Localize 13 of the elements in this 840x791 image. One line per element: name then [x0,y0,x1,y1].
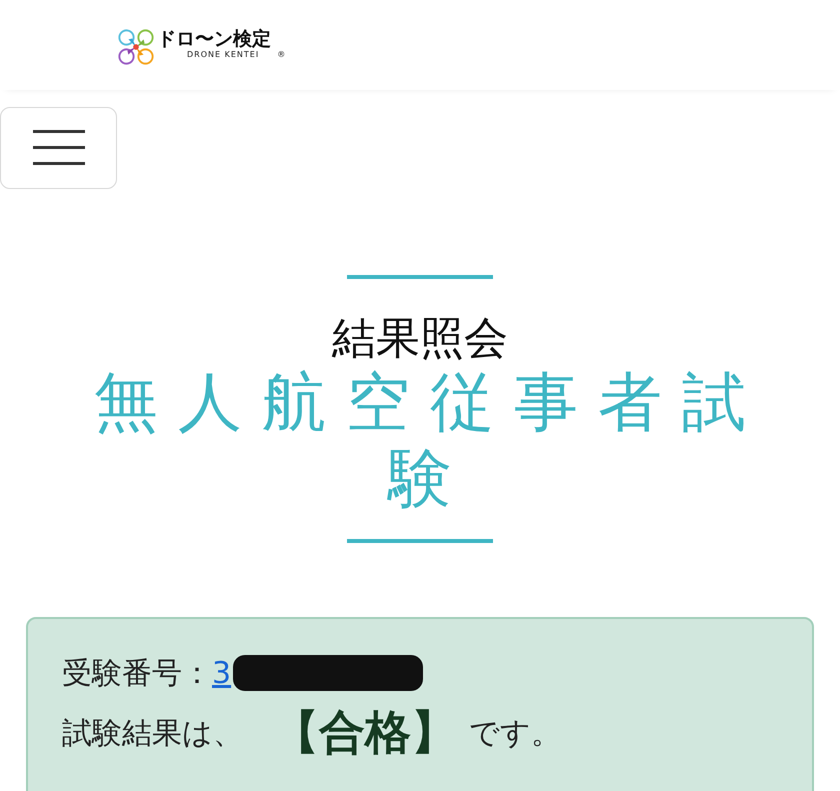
drone-logo-icon [117,28,155,66]
result-suffix: です。 [469,714,561,752]
result-prefix: 試験結果は、 [62,714,243,752]
exam-number-label: 受験番号： [62,654,212,692]
result-status: 【合格】 [273,704,457,761]
logo-subtitle: DRONE KENTEI [187,50,260,59]
menu-icon [32,129,84,167]
registered-mark: ® [277,50,286,59]
page-subtitle: 結果照会 [332,313,508,365]
exam-number-link[interactable]: 3 [212,656,232,690]
logo-title: ドロ〜ン検定 [157,28,272,50]
page-title: 無人航空従事者試験 [93,365,767,517]
menu-button[interactable] [0,107,117,189]
